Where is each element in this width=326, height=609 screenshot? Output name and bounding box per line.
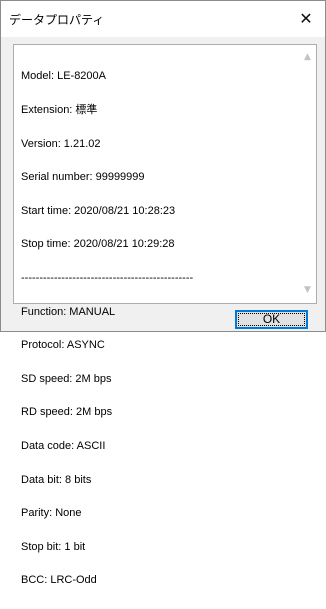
property-line: BCC: LRC-Odd <box>21 574 97 587</box>
property-line: Version: 1.21.02 <box>21 137 101 150</box>
close-icon[interactable]: ✕ <box>287 1 325 37</box>
scroll-down-icon[interactable]: ▼ <box>299 282 316 299</box>
property-line: Protocol: ASYNC <box>21 339 105 352</box>
focus-rect <box>238 313 305 326</box>
property-line: Stop bit: 1 bit <box>21 540 86 553</box>
property-line: Serial number: 99999999 <box>21 171 145 184</box>
property-line: Start time: 2020/08/21 10:28:23 <box>21 204 176 217</box>
property-line: Data code: ASCII <box>21 439 106 452</box>
window-title: データプロパティ <box>9 13 105 27</box>
separator-line: ----------------------------------------… <box>21 271 194 284</box>
data-properties-dialog: データプロパティ ✕ Model: LE-8200A Extension: 標準… <box>0 0 326 586</box>
property-line: Model: LE-8200A <box>21 70 106 83</box>
scroll-up-icon[interactable]: ▲ <box>299 49 316 66</box>
property-line: Stop time: 2020/08/21 10:29:28 <box>21 238 175 251</box>
property-line: Extension: 標準 <box>21 104 98 116</box>
property-line: Data bit: 8 bits <box>21 473 92 486</box>
properties-text-box[interactable]: Model: LE-8200A Extension: 標準 Version: 1… <box>13 44 317 586</box>
ok-button[interactable]: OK <box>235 310 308 329</box>
property-line: RD speed: 2M bps <box>21 406 113 419</box>
title-bar[interactable]: データプロパティ ✕ <box>1 1 325 37</box>
property-line: SD speed: 2M bps <box>21 372 112 385</box>
property-line: Parity: None <box>21 507 82 520</box>
vertical-scrollbar[interactable]: ▲ ▼ <box>299 45 316 303</box>
